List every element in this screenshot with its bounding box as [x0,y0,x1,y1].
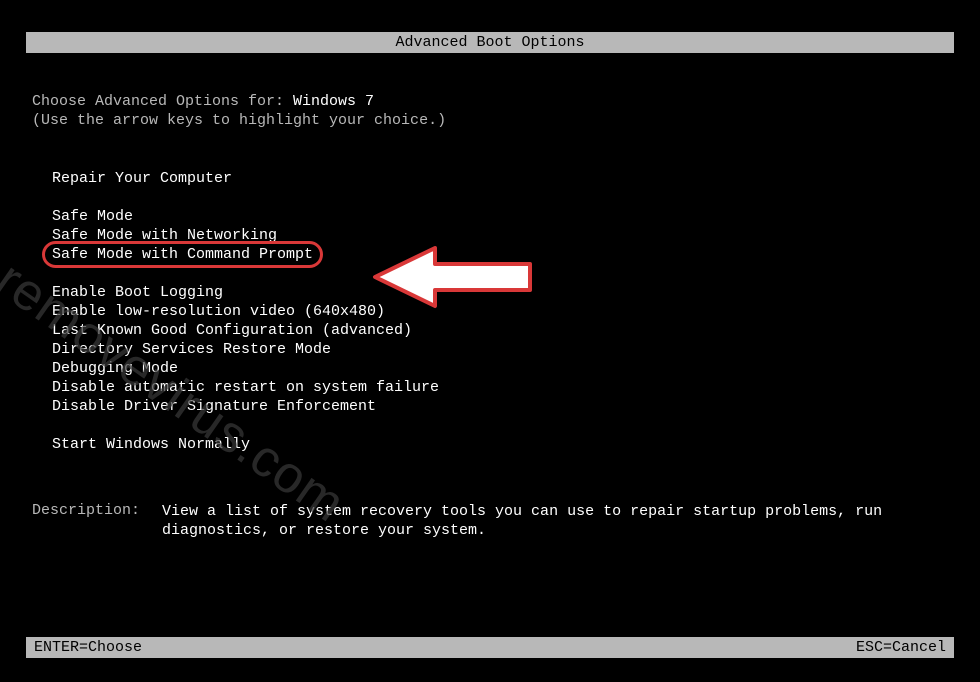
footer-esc: ESC=Cancel [856,639,946,656]
group-separator [52,416,948,435]
footer-bar: ENTER=Choose ESC=Cancel [26,637,954,658]
title-bar: Advanced Boot Options [26,32,954,53]
highlight-oval-icon [42,241,323,268]
highlighted-option[interactable]: Safe Mode with Command Prompt [52,245,313,264]
boot-option[interactable]: Start Windows Normally [52,435,948,454]
boot-option[interactable]: Enable Boot Logging [52,283,948,302]
choose-line: Choose Advanced Options for: Windows 7 [32,93,948,110]
footer-enter: ENTER=Choose [34,639,142,656]
os-name: Windows 7 [293,93,374,110]
description-label: Description: [32,502,162,540]
description-text: View a list of system recovery tools you… [162,502,948,540]
description-row: Description: View a list of system recov… [32,502,948,540]
boot-option[interactable]: Disable automatic restart on system fail… [52,378,948,397]
group-separator [52,264,948,283]
group-separator [52,188,948,207]
boot-option[interactable]: Safe Mode with Networking [52,226,948,245]
boot-option[interactable]: Enable low-resolution video (640x480) [52,302,948,321]
boot-option[interactable]: Last Known Good Configuration (advanced) [52,321,948,340]
choose-prefix: Choose Advanced Options for: [32,93,293,110]
instruction-text: (Use the arrow keys to highlight your ch… [32,112,948,129]
boot-option[interactable]: Directory Services Restore Mode [52,340,948,359]
boot-option[interactable]: Safe Mode with Command Prompt [52,245,948,264]
options-list: Repair Your ComputerSafe ModeSafe Mode w… [52,169,948,454]
boot-option[interactable]: Repair Your Computer [52,169,948,188]
boot-option[interactable]: Debugging Mode [52,359,948,378]
boot-option[interactable]: Safe Mode [52,207,948,226]
boot-option[interactable]: Disable Driver Signature Enforcement [52,397,948,416]
title-text: Advanced Boot Options [395,34,584,51]
